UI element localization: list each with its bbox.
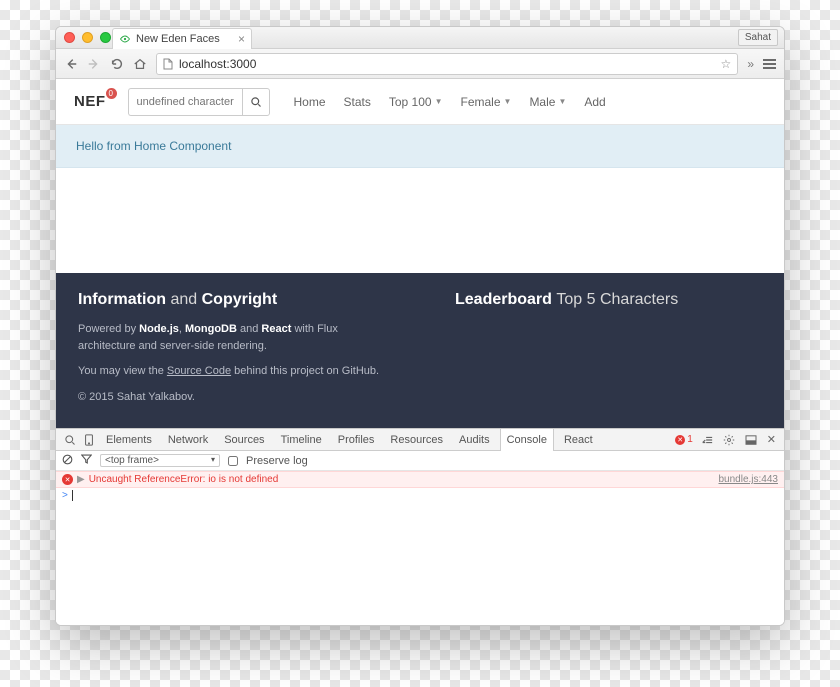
drawer-icon[interactable] (699, 435, 715, 445)
expand-arrow-icon[interactable]: ▶ (77, 474, 85, 485)
search-button[interactable] (242, 88, 270, 116)
browser-window: New Eden Faces × Sahat localhost:3000 ☆ … (55, 26, 785, 626)
frame-selector[interactable]: <top frame> (100, 454, 220, 467)
error-indicator[interactable]: ✕1 (675, 434, 693, 445)
tab-console[interactable]: Console (500, 429, 554, 451)
page-icon (163, 58, 173, 70)
preserve-log-label: Preserve log (246, 455, 308, 467)
console-output: ✕ ▶ Uncaught ReferenceError: io is not d… (56, 471, 784, 625)
nav-add[interactable]: Add (584, 95, 605, 109)
source-code-link[interactable]: Source Code (167, 365, 231, 377)
footer: Information and Copyright Powered by Nod… (56, 273, 784, 428)
nav-female[interactable]: Female▼ (461, 95, 512, 109)
inspect-icon[interactable] (62, 434, 78, 446)
footer-powered: Powered by Node.js, MongoDB and React wi… (78, 321, 385, 354)
tab-timeline[interactable]: Timeline (275, 429, 328, 451)
nav-stats[interactable]: Stats (344, 95, 371, 109)
hero-banner: Hello from Home Component (56, 125, 784, 168)
search-icon (250, 96, 262, 108)
profile-button[interactable]: Sahat (738, 29, 778, 46)
footer-info-heading: Information and Copyright (78, 291, 385, 309)
caret-down-icon: ▼ (435, 97, 443, 106)
footer-leaderboard-heading: Leaderboard Top 5 Characters (455, 291, 762, 309)
tab-react[interactable]: React (558, 429, 599, 451)
devtools-panel: Elements Network Sources Timeline Profil… (56, 428, 784, 625)
error-icon: ✕ (62, 474, 73, 485)
bookmark-icon[interactable]: ☆ (721, 57, 732, 71)
minimize-window-button[interactable] (82, 32, 93, 43)
tab-close-icon[interactable]: × (238, 32, 245, 46)
preserve-log-checkbox[interactable] (228, 456, 238, 466)
device-icon[interactable] (82, 434, 96, 446)
titlebar: New Eden Faces × Sahat (56, 27, 784, 49)
browser-tab[interactable]: New Eden Faces × (112, 28, 252, 49)
search-input[interactable] (128, 88, 242, 116)
search-group (128, 88, 270, 116)
console-error-line[interactable]: ✕ ▶ Uncaught ReferenceError: io is not d… (56, 471, 784, 488)
caret-down-icon: ▼ (558, 97, 566, 106)
page-content: NEF 0 Home Stats Top 100▼ Female▼ Male▼ … (56, 79, 784, 625)
close-devtools-icon[interactable]: ✕ (765, 433, 778, 446)
error-source-link[interactable]: bundle.js:443 (719, 474, 779, 485)
tab-audits[interactable]: Audits (453, 429, 496, 451)
tab-sources[interactable]: Sources (218, 429, 270, 451)
close-window-button[interactable] (64, 32, 75, 43)
content-area (56, 168, 784, 273)
maximize-window-button[interactable] (100, 32, 111, 43)
nav-home[interactable]: Home (294, 95, 326, 109)
tab-resources[interactable]: Resources (384, 429, 449, 451)
toolbar: localhost:3000 ☆ » (56, 49, 784, 79)
clear-console-icon[interactable] (62, 454, 73, 468)
footer-copyright: © 2015 Sahat Yalkabov. (78, 389, 385, 406)
forward-button[interactable] (87, 57, 101, 71)
tab-elements[interactable]: Elements (100, 429, 158, 451)
favicon-icon (119, 33, 131, 45)
extensions-overflow-icon[interactable]: » (747, 57, 754, 71)
dock-icon[interactable] (743, 435, 759, 445)
error-message: Uncaught ReferenceError: io is not defin… (89, 474, 279, 485)
tab-title: New Eden Faces (136, 33, 220, 45)
console-filter-bar: <top frame> Preserve log (56, 451, 784, 471)
devtools-tabs: Elements Network Sources Timeline Profil… (56, 429, 784, 451)
console-prompt[interactable]: > (56, 488, 784, 503)
nav-male[interactable]: Male▼ (529, 95, 566, 109)
menu-button[interactable] (763, 59, 776, 69)
url-text: localhost:3000 (179, 57, 256, 71)
app-navbar: NEF 0 Home Stats Top 100▼ Female▼ Male▼ … (56, 79, 784, 125)
brand-badge: 0 (106, 88, 117, 99)
caret-down-icon: ▼ (504, 97, 512, 106)
home-button[interactable] (133, 57, 147, 71)
brand-logo[interactable]: NEF 0 (74, 93, 106, 110)
traffic-lights (64, 32, 111, 43)
tab-profiles[interactable]: Profiles (332, 429, 381, 451)
cursor-icon (72, 490, 73, 501)
filter-icon[interactable] (81, 454, 92, 467)
address-bar[interactable]: localhost:3000 ☆ (156, 53, 738, 75)
back-button[interactable] (64, 57, 78, 71)
reload-button[interactable] (110, 57, 124, 71)
nav-top100[interactable]: Top 100▼ (389, 95, 443, 109)
footer-source: You may view the Source Code behind this… (78, 363, 385, 380)
settings-icon[interactable] (721, 434, 737, 446)
tab-network[interactable]: Network (162, 429, 214, 451)
